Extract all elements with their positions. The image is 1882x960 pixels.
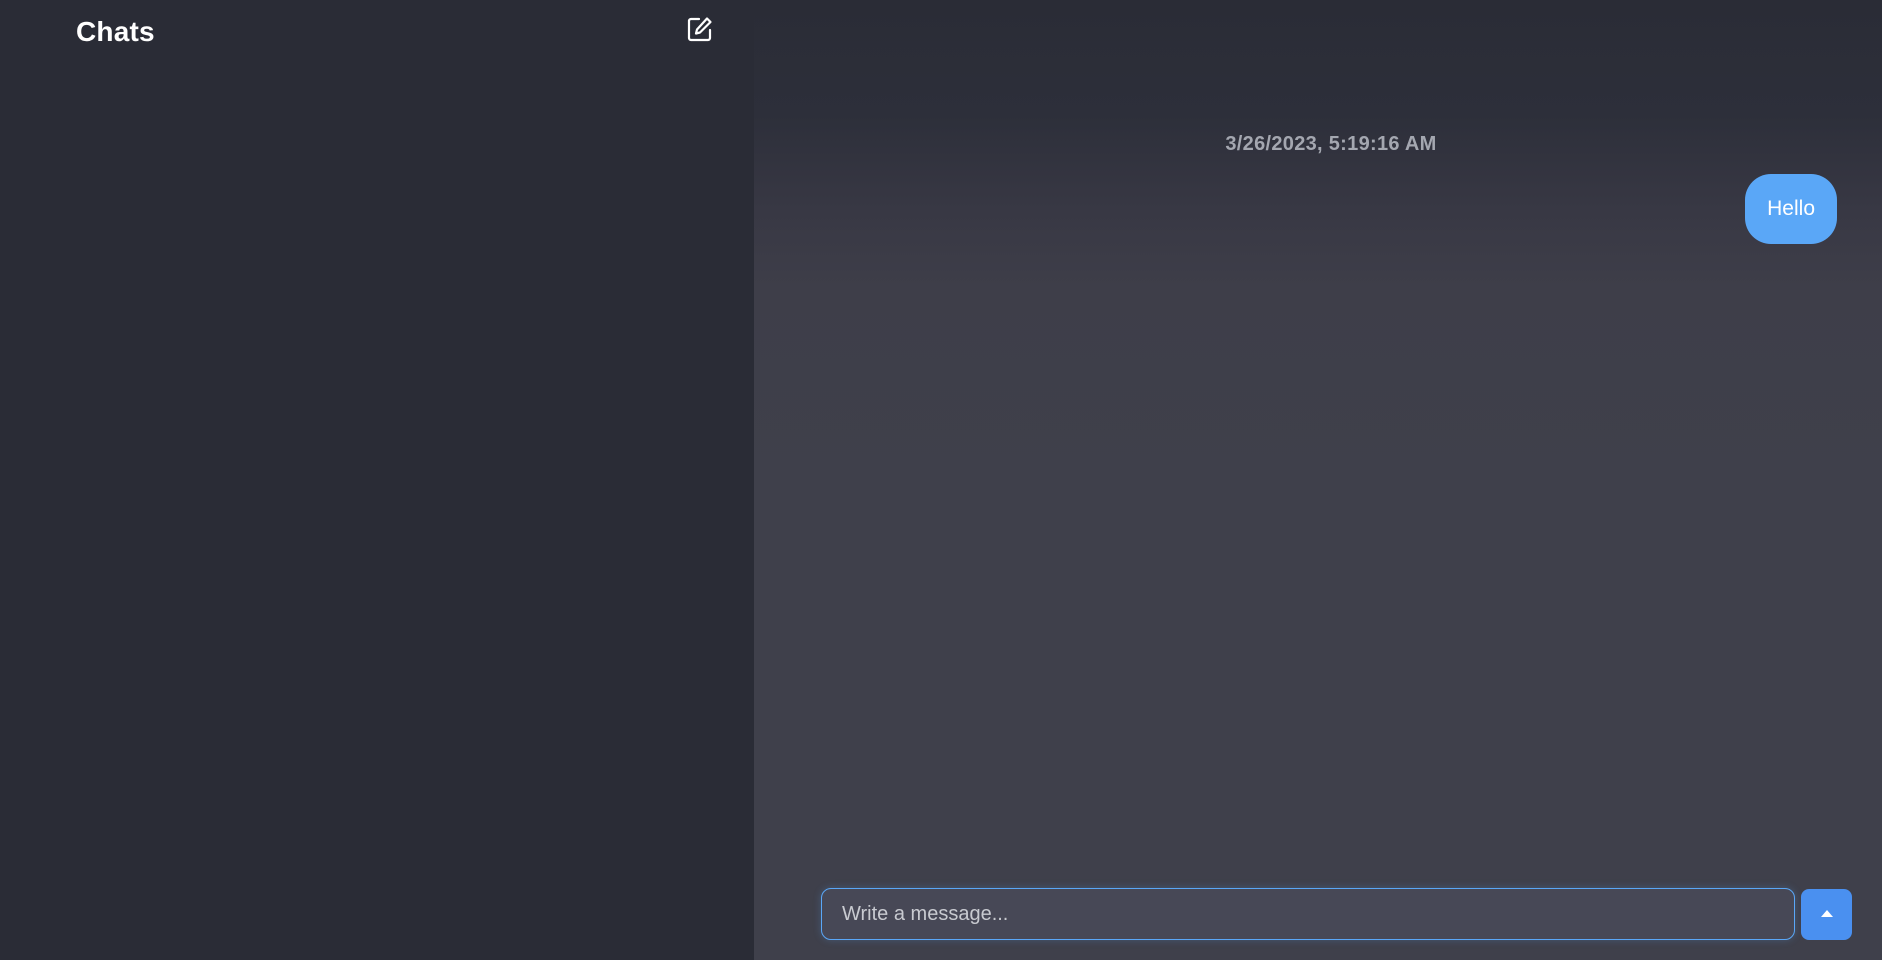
- sidebar-title: Chats: [76, 16, 155, 47]
- message-input[interactable]: [821, 888, 1795, 940]
- message-composer: [821, 888, 1864, 940]
- send-button[interactable]: [1801, 888, 1852, 940]
- compose-icon: [687, 17, 712, 42]
- message-text: Hello: [1767, 197, 1815, 220]
- message-timestamp: 3/26/2023, 5:19:16 AM: [1225, 133, 1437, 155]
- conversation-pane: 3/26/2023, 5:19:16 AM Hello: [754, 0, 1882, 960]
- sidebar-header: Chats: [76, 12, 718, 52]
- chat-app: Chats 3/26/2023, 5:19:16 AM Hello: [0, 0, 1882, 960]
- chat-sidebar: Chats: [0, 0, 754, 960]
- message-bubble-outgoing: Hello: [1745, 174, 1837, 244]
- caret-up-icon: [1820, 910, 1833, 917]
- compose-button[interactable]: [682, 11, 718, 47]
